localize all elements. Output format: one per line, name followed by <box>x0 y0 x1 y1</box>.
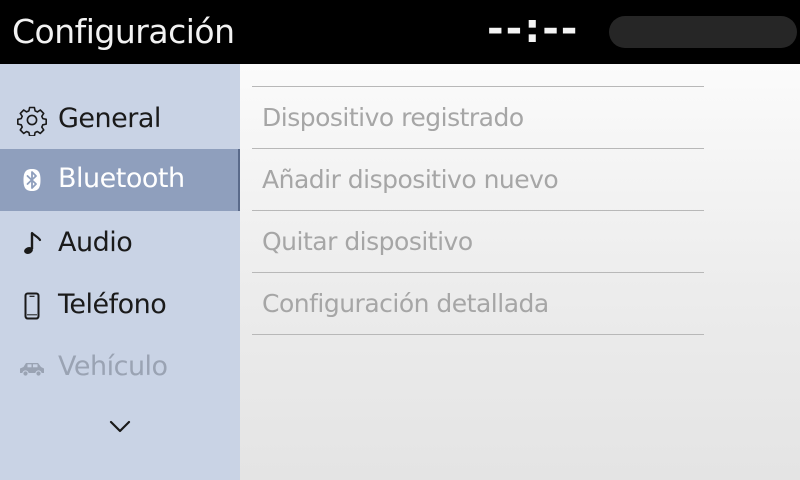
car-icon <box>20 363 44 377</box>
sidebar-item-general[interactable]: General <box>0 89 240 151</box>
list-item-detailed-settings[interactable]: Configuración detallada <box>252 273 704 335</box>
sidebar-item-label: General <box>58 103 161 134</box>
sidebar-item-label: Vehículo <box>58 351 168 382</box>
sidebar-item-audio[interactable]: Audio <box>0 213 240 275</box>
list-item-add-device[interactable]: Añadir dispositivo nuevo <box>252 149 704 211</box>
gear-icon <box>17 106 47 136</box>
sidebar: General Bluetooth Audio Teléfono Vehícul… <box>0 64 240 480</box>
main-content: Dispositivo registrado Añadir dispositiv… <box>240 64 800 480</box>
settings-screen: Configuración --:-- General Bluetooth Au… <box>0 0 800 480</box>
sidebar-item-label: Audio <box>58 227 133 258</box>
page-title: Configuración <box>12 12 235 51</box>
music-note-icon <box>24 231 42 254</box>
list-item-label: Configuración detallada <box>262 289 549 318</box>
chevron-down-icon[interactable] <box>104 411 136 443</box>
sidebar-item-bluetooth[interactable]: Bluetooth <box>0 149 240 211</box>
list-item-label: Añadir dispositivo nuevo <box>262 165 559 194</box>
header-bar: Configuración --:-- <box>0 0 800 64</box>
list-item-registered-device[interactable]: Dispositivo registrado <box>252 87 704 149</box>
list-item-label: Dispositivo registrado <box>262 103 524 132</box>
sidebar-item-vehiculo[interactable]: Vehículo <box>0 337 240 399</box>
status-pill <box>609 16 797 48</box>
bluetooth-icon <box>23 169 41 191</box>
list-item-label: Quitar dispositivo <box>262 227 473 256</box>
sidebar-item-label: Bluetooth <box>58 163 185 194</box>
clock-display: --:-- <box>487 6 580 52</box>
list-item-remove-device[interactable]: Quitar dispositivo <box>252 211 704 273</box>
phone-icon <box>24 292 40 320</box>
sidebar-item-telefono[interactable]: Teléfono <box>0 275 240 337</box>
sidebar-item-label: Teléfono <box>58 289 167 320</box>
